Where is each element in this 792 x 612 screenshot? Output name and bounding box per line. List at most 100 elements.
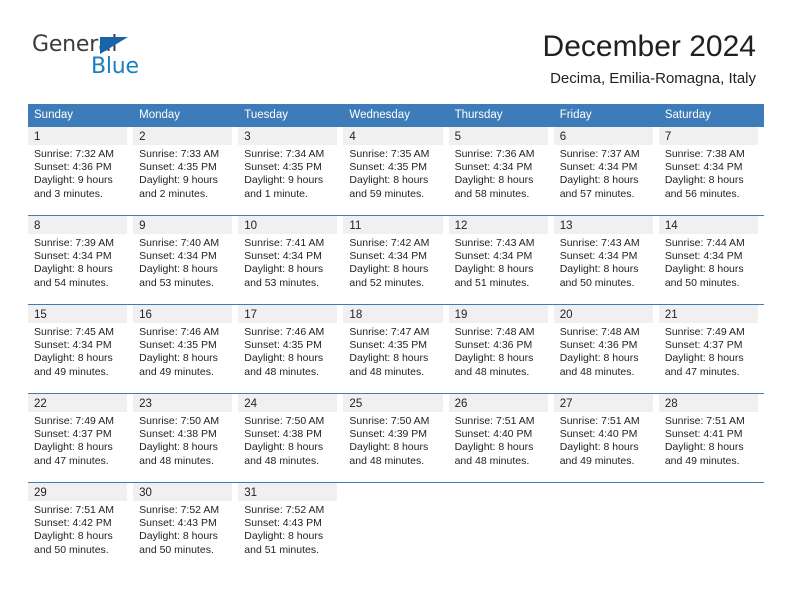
daylight-text-line2: and 48 minutes. [559,365,635,378]
day-details: Sunrise: 7:32 AM Sunset: 4:36 PM Dayligh… [28,145,127,201]
day-number-band: 14 [658,216,758,234]
day-cell[interactable]: 26 Sunrise: 7:51 AM Sunset: 4:40 PM Dayl… [448,394,554,482]
day-cell[interactable]: 5 Sunrise: 7:36 AM Sunset: 4:34 PM Dayli… [448,127,554,215]
day-details: Sunrise: 7:39 AM Sunset: 4:34 PM Dayligh… [28,234,127,290]
day-cell[interactable]: 6 Sunrise: 7:37 AM Sunset: 4:34 PM Dayli… [553,127,659,215]
day-cell[interactable]: 17 Sunrise: 7:46 AM Sunset: 4:35 PM Dayl… [238,305,343,393]
day-number-band: 9 [133,216,233,234]
sunset-text: Sunset: 4:35 PM [139,339,217,352]
sunset-text: Sunset: 4:34 PM [349,250,428,263]
daylight-text-line2: and 2 minutes. [139,187,209,200]
daylight-text-line1: Daylight: 8 hours [454,441,534,454]
day-cell[interactable]: 30 Sunrise: 7:52 AM Sunset: 4:43 PM Dayl… [133,483,238,571]
day-cell[interactable]: 27 Sunrise: 7:51 AM Sunset: 4:40 PM Dayl… [553,394,659,482]
sunrise-text: Sunrise: 7:43 AM [559,237,640,249]
sunrise-text: Sunrise: 7:41 AM [244,237,325,249]
day-details: Sunrise: 7:51 AM Sunset: 4:41 PM Dayligh… [659,412,758,468]
title-block: December 2024 Decima, Emilia-Romagna, It… [543,28,756,90]
day-cell[interactable]: 15 Sunrise: 7:45 AM Sunset: 4:34 PM Dayl… [28,305,133,393]
day-cell[interactable]: 16 Sunrise: 7:46 AM Sunset: 4:35 PM Dayl… [133,305,238,393]
day-number-band: 24 [238,394,338,412]
daylight-text-line1: Daylight: 8 hours [454,174,534,187]
day-cell-empty [659,483,764,571]
day-number: 19 [454,309,468,321]
day-details: Sunrise: 7:35 AM Sunset: 4:35 PM Dayligh… [343,145,442,201]
daylight-text-line1: Daylight: 8 hours [244,441,324,454]
day-cell[interactable]: 23 Sunrise: 7:50 AM Sunset: 4:38 PM Dayl… [133,394,238,482]
sunrise-text: Sunrise: 7:44 AM [664,237,745,249]
day-cell[interactable]: 14 Sunrise: 7:44 AM Sunset: 4:34 PM Dayl… [658,216,764,304]
day-cell[interactable]: 31 Sunrise: 7:52 AM Sunset: 4:43 PM Dayl… [238,483,343,571]
day-cell[interactable]: 8 Sunrise: 7:39 AM Sunset: 4:34 PM Dayli… [28,216,133,304]
day-number-band: 13 [553,216,653,234]
day-cell[interactable]: 18 Sunrise: 7:47 AM Sunset: 4:35 PM Dayl… [343,305,448,393]
sunset-text: Sunset: 4:35 PM [349,161,428,174]
weekday-header-sunday: Sunday [34,109,74,121]
sunrise-text: Sunrise: 7:51 AM [664,415,745,427]
day-cell[interactable]: 7 Sunrise: 7:38 AM Sunset: 4:34 PM Dayli… [658,127,764,215]
day-number: 22 [34,398,47,410]
daylight-text-line1: Daylight: 8 hours [349,263,429,276]
day-details: Sunrise: 7:51 AM Sunset: 4:42 PM Dayligh… [28,501,127,557]
sunset-text: Sunset: 4:35 PM [349,339,428,352]
day-cell[interactable]: 21 Sunrise: 7:49 AM Sunset: 4:37 PM Dayl… [658,305,764,393]
day-cell[interactable]: 24 Sunrise: 7:50 AM Sunset: 4:38 PM Dayl… [238,394,343,482]
daylight-text-line1: Daylight: 9 hours [139,174,218,187]
sunrise-text: Sunrise: 7:50 AM [349,415,430,427]
sunset-text: Sunset: 4:35 PM [244,161,322,174]
day-cell[interactable]: 28 Sunrise: 7:51 AM Sunset: 4:41 PM Dayl… [658,394,764,482]
day-number: 6 [559,131,567,143]
day-cell-empty [343,483,448,571]
daylight-text-line1: Daylight: 8 hours [139,530,218,543]
day-number-band: 30 [133,483,233,501]
sunrise-text: Sunrise: 7:46 AM [244,326,325,338]
day-details: Sunrise: 7:50 AM Sunset: 4:38 PM Dayligh… [133,412,232,468]
day-details: Sunrise: 7:37 AM Sunset: 4:34 PM Dayligh… [554,145,653,201]
day-number: 12 [454,220,468,232]
daylight-text-line1: Daylight: 8 hours [244,530,324,543]
day-number-band: 2 [133,127,233,145]
daylight-text-line1: Daylight: 9 hours [244,174,324,187]
day-details: Sunrise: 7:36 AM Sunset: 4:34 PM Dayligh… [449,145,548,201]
day-cell[interactable]: 4 Sunrise: 7:35 AM Sunset: 4:35 PM Dayli… [343,127,448,215]
sunrise-text: Sunrise: 7:51 AM [34,504,114,516]
sunset-text: Sunset: 4:43 PM [244,517,322,530]
daylight-text-line1: Daylight: 8 hours [454,352,534,365]
general-blue-logo[interactable]: General Blue [32,32,192,84]
daylight-text-line1: Daylight: 8 hours [454,263,534,276]
day-number-band: 27 [553,394,653,412]
day-cell[interactable]: 1 Sunrise: 7:32 AM Sunset: 4:36 PM Dayli… [28,127,133,215]
day-number-band: 10 [238,216,338,234]
day-number-band: 15 [28,305,128,323]
day-cell[interactable]: 25 Sunrise: 7:50 AM Sunset: 4:39 PM Dayl… [343,394,448,482]
day-number: 17 [244,309,258,321]
day-cell[interactable]: 9 Sunrise: 7:40 AM Sunset: 4:34 PM Dayli… [133,216,238,304]
sunset-text: Sunset: 4:34 PM [139,250,217,263]
daylight-text-line2: and 52 minutes. [349,276,425,289]
day-number-band: 20 [553,305,653,323]
day-cell[interactable]: 3 Sunrise: 7:34 AM Sunset: 4:35 PM Dayli… [238,127,343,215]
day-details: Sunrise: 7:52 AM Sunset: 4:43 PM Dayligh… [133,501,232,557]
weekday-header-monday: Monday [139,109,181,121]
day-number-band: 12 [448,216,548,234]
sunset-text: Sunset: 4:34 PM [664,250,743,263]
daylight-text-line2: and 49 minutes. [664,454,740,467]
daylight-text-line1: Daylight: 8 hours [559,441,639,454]
day-cell[interactable]: 20 Sunrise: 7:48 AM Sunset: 4:36 PM Dayl… [553,305,659,393]
day-cell[interactable]: 19 Sunrise: 7:48 AM Sunset: 4:36 PM Dayl… [448,305,554,393]
day-details: Sunrise: 7:34 AM Sunset: 4:35 PM Dayligh… [238,145,337,201]
day-number: 15 [34,309,47,321]
daylight-text-line2: and 50 minutes. [559,276,635,289]
day-cell[interactable]: 13 Sunrise: 7:43 AM Sunset: 4:34 PM Dayl… [553,216,659,304]
daylight-text-line2: and 50 minutes. [34,543,109,556]
day-cell[interactable]: 2 Sunrise: 7:33 AM Sunset: 4:35 PM Dayli… [133,127,238,215]
day-cell[interactable]: 29 Sunrise: 7:51 AM Sunset: 4:42 PM Dayl… [28,483,133,571]
day-cell[interactable]: 11 Sunrise: 7:42 AM Sunset: 4:34 PM Dayl… [343,216,448,304]
daylight-text-line1: Daylight: 8 hours [664,174,744,187]
day-details: Sunrise: 7:40 AM Sunset: 4:34 PM Dayligh… [133,234,232,290]
day-cell[interactable]: 12 Sunrise: 7:43 AM Sunset: 4:34 PM Dayl… [448,216,554,304]
weekday-header-row: Sunday Monday Tuesday Wednesday Thursday… [28,104,764,126]
sunrise-text: Sunrise: 7:46 AM [139,326,220,338]
day-cell[interactable]: 10 Sunrise: 7:41 AM Sunset: 4:34 PM Dayl… [238,216,343,304]
day-cell[interactable]: 22 Sunrise: 7:49 AM Sunset: 4:37 PM Dayl… [28,394,133,482]
